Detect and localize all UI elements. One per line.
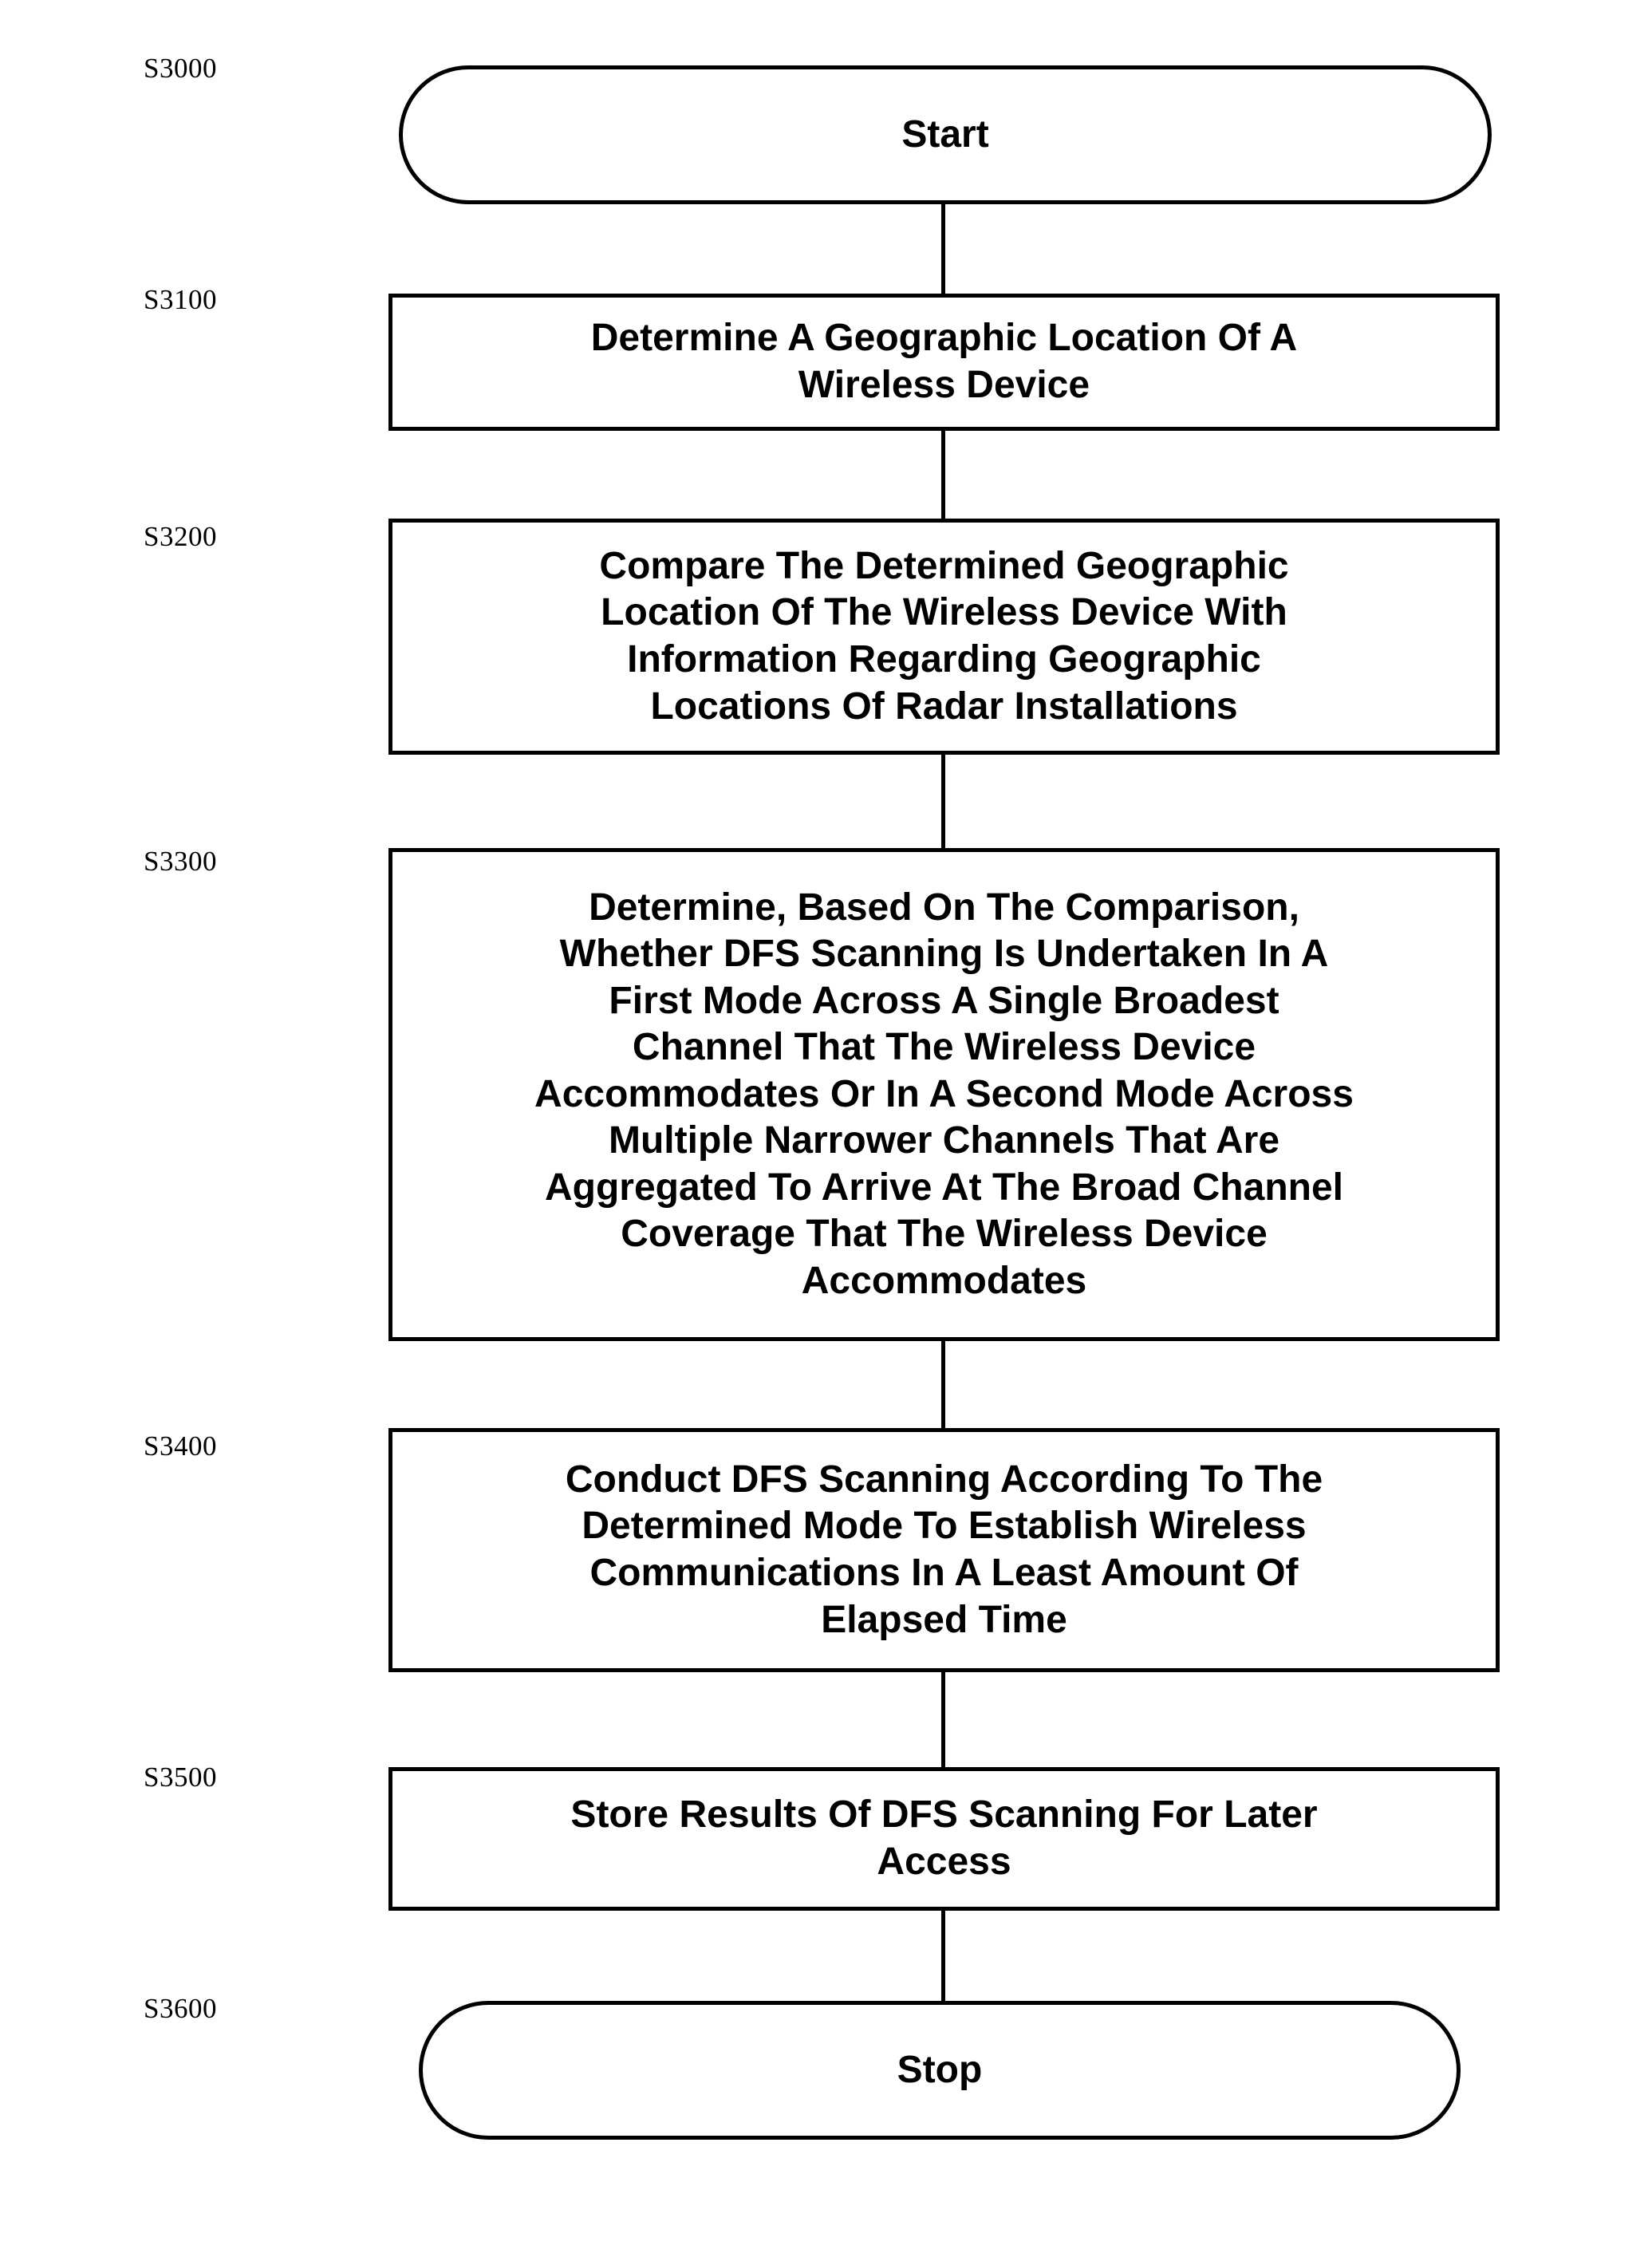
node-start[interactable]: Start xyxy=(399,65,1492,204)
connector-s3400-to-s3500 xyxy=(941,1671,945,1769)
node-start-text: Start xyxy=(901,112,989,156)
connector-start-to-s3100 xyxy=(941,203,945,295)
step-label-s3300: S3300 xyxy=(144,846,217,877)
step-label-s3400: S3400 xyxy=(144,1430,217,1462)
connector-s3500-to-s3600 xyxy=(941,1909,945,2002)
step-label-s3600: S3600 xyxy=(144,1993,217,2024)
node-compare-location[interactable]: Compare The Determined Geographic Locati… xyxy=(388,519,1500,755)
connector-s3200-to-s3300 xyxy=(941,753,945,850)
node-determine-location[interactable]: Determine A Geographic Location Of A Wir… xyxy=(388,294,1500,431)
flowchart-canvas: S3000 S3100 S3200 S3300 S3400 S3500 S360… xyxy=(0,0,1652,2245)
step-label-s3500: S3500 xyxy=(144,1762,217,1793)
node-determine-location-text: Determine A Geographic Location Of A Wir… xyxy=(590,317,1298,406)
step-label-s3000: S3000 xyxy=(144,53,217,84)
node-store-results[interactable]: Store Results Of DFS Scanning For Later … xyxy=(388,1767,1500,1911)
node-determine-mode-text: Determine, Based On The Comparison, Whet… xyxy=(534,886,1354,1302)
connector-s3100-to-s3200 xyxy=(941,429,945,520)
step-label-s3200: S3200 xyxy=(144,521,217,552)
node-store-results-text: Store Results Of DFS Scanning For Later … xyxy=(570,1793,1318,1883)
node-conduct-scanning-text: Conduct DFS Scanning According To The De… xyxy=(565,1458,1323,1641)
node-determine-mode[interactable]: Determine, Based On The Comparison, Whet… xyxy=(388,848,1500,1341)
connector-s3300-to-s3400 xyxy=(941,1340,945,1430)
node-compare-location-text: Compare The Determined Geographic Locati… xyxy=(599,544,1289,728)
node-conduct-scanning[interactable]: Conduct DFS Scanning According To The De… xyxy=(388,1428,1500,1672)
node-stop[interactable]: Stop xyxy=(419,2001,1461,2140)
step-label-s3100: S3100 xyxy=(144,284,217,315)
node-stop-text: Stop xyxy=(897,2048,983,2091)
